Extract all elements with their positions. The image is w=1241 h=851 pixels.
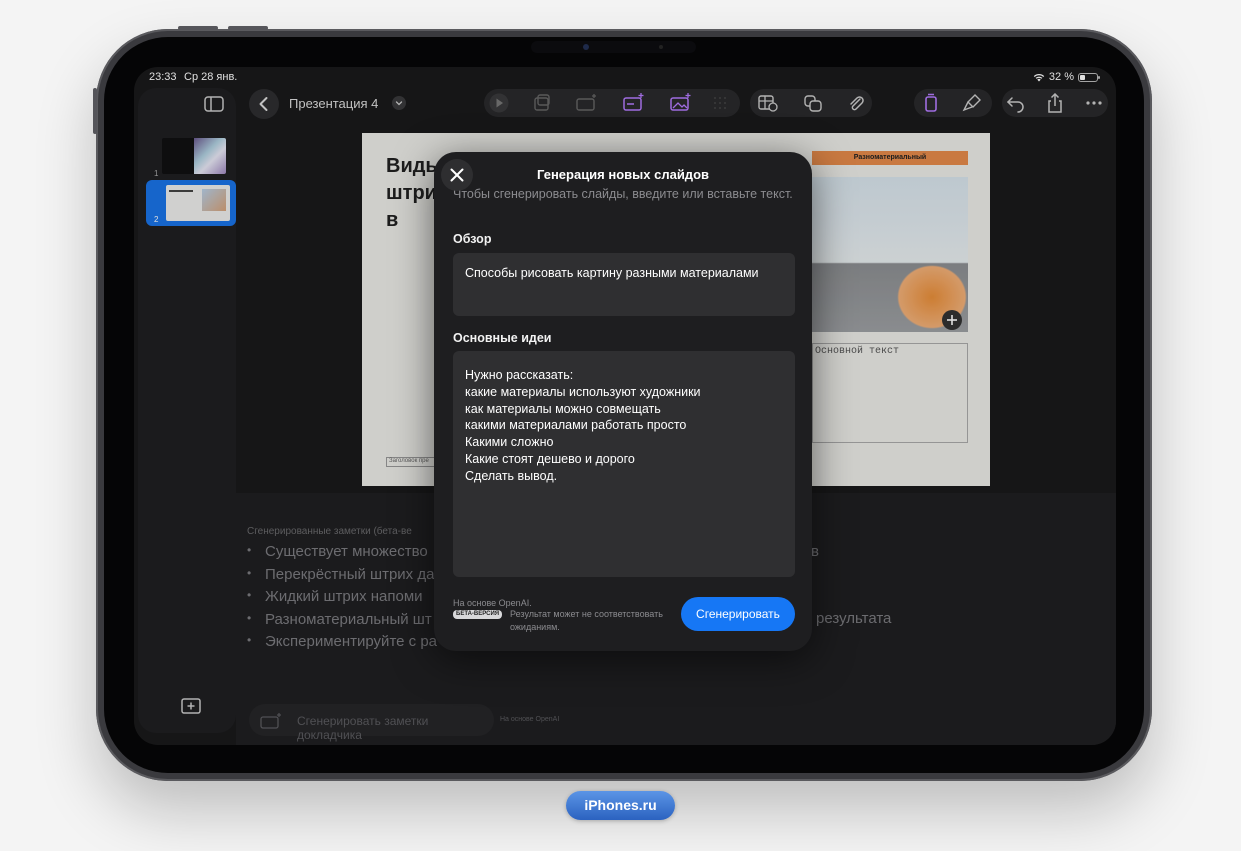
top-button: [178, 26, 218, 30]
slide-thumbnail-1[interactable]: [162, 138, 226, 174]
overview-field[interactable]: Способы рисовать картину разными материа…: [453, 253, 795, 316]
generate-button[interactable]: Сгенерировать: [681, 597, 795, 631]
more-icon[interactable]: [1083, 93, 1105, 113]
thumbnail-number: 2: [154, 215, 159, 224]
side-button: [93, 88, 97, 134]
beta-badge: БЕТА-ВЕРСИЯ: [453, 610, 503, 619]
plus-icon: [947, 315, 957, 325]
sidebar-toggle-icon[interactable]: [204, 96, 224, 112]
notes-list: Существует множество Перекрёстный штрих …: [247, 543, 437, 656]
list-item: Разноматериальный шт: [247, 611, 437, 634]
add-slide-icon[interactable]: [181, 698, 201, 714]
screen: 23:33 Ср 28 янв. 32 % 1 2 Презентация 4: [134, 67, 1116, 745]
back-button[interactable]: [249, 89, 279, 119]
chevron-down-icon: [395, 101, 403, 106]
wifi-icon: [1033, 73, 1045, 81]
slide-navigator: 1 2: [138, 88, 236, 733]
text-box-icon[interactable]: [622, 93, 644, 113]
document-title[interactable]: Презентация 4: [289, 96, 378, 111]
dialog-title: Генерация новых слайдов: [537, 167, 709, 182]
camera-bar: [531, 41, 696, 53]
status-right: 32 %: [1033, 71, 1100, 83]
beta-disclaimer: Результат может не соответствовать ожида…: [510, 609, 663, 632]
shapes-icon[interactable]: [802, 93, 824, 113]
battery-percent: 32 %: [1048, 71, 1074, 83]
slide-banner[interactable]: Разноматериальный: [812, 151, 968, 165]
key-ideas-label: Основные идеи: [453, 331, 552, 345]
top-button: [228, 26, 268, 30]
list-item: Перекрёстный штрих да: [247, 566, 437, 589]
slide-thumbnail-2[interactable]: [166, 185, 230, 221]
notes-heading: Сгенерированные заметки (бета-ве: [247, 526, 412, 537]
notes-source-note: На основе OpenAI: [500, 716, 560, 723]
add-media-button[interactable]: [942, 310, 962, 330]
grid-icon[interactable]: [709, 93, 731, 113]
battery-icon: [1078, 72, 1100, 82]
play-icon[interactable]: [488, 93, 510, 113]
status-time: 23:33: [149, 71, 177, 83]
generate-slides-dialog: Чтобы сгенерировать слайды, введите или …: [434, 152, 812, 651]
format-icon[interactable]: [920, 93, 942, 113]
list-item: Существует множество: [247, 543, 437, 566]
status-bar: 23:33 Ср 28 янв. 32 %: [134, 67, 1116, 85]
slide-body-placeholder[interactable]: Основной текст: [812, 343, 968, 443]
watermark-logo: iPhones.ru: [566, 791, 675, 820]
share-icon[interactable]: [1044, 93, 1066, 113]
notes-text-tail: в: [811, 543, 819, 560]
overview-label: Обзор: [453, 232, 492, 246]
notes-text-tail: результата: [816, 610, 892, 627]
slide-artwork[interactable]: [812, 177, 968, 332]
list-item: Жидкий штрих напоми: [247, 588, 437, 611]
chevron-left-icon: [259, 97, 268, 111]
brush-icon[interactable]: [961, 93, 983, 113]
title-menu-button[interactable]: [392, 96, 406, 110]
slide-add-icon[interactable]: [575, 93, 597, 113]
slide-add-icon: [260, 713, 281, 729]
paperclip-icon[interactable]: [845, 93, 867, 113]
list-item: Экспериментируйте с ра: [247, 633, 437, 656]
animate-icon[interactable]: [531, 93, 553, 113]
generate-notes-button[interactable]: Сгенерировать заметки докладчика: [249, 704, 494, 742]
undo-icon[interactable]: [1005, 93, 1027, 113]
table-icon[interactable]: [757, 93, 779, 113]
dialog-source-note: На основе OpenAI.: [453, 598, 532, 608]
generate-notes-label: Сгенерировать заметки докладчика: [297, 714, 429, 742]
dialog-description: Чтобы сгенерировать слайды, введите или …: [453, 187, 793, 201]
key-ideas-field[interactable]: Нужно рассказать: какие материалы исполь…: [453, 351, 795, 577]
image-add-icon[interactable]: [669, 93, 691, 113]
thumbnail-number: 1: [154, 169, 159, 178]
status-date: Ср 28 янв.: [184, 71, 238, 83]
insert-toolbar: [484, 89, 740, 117]
